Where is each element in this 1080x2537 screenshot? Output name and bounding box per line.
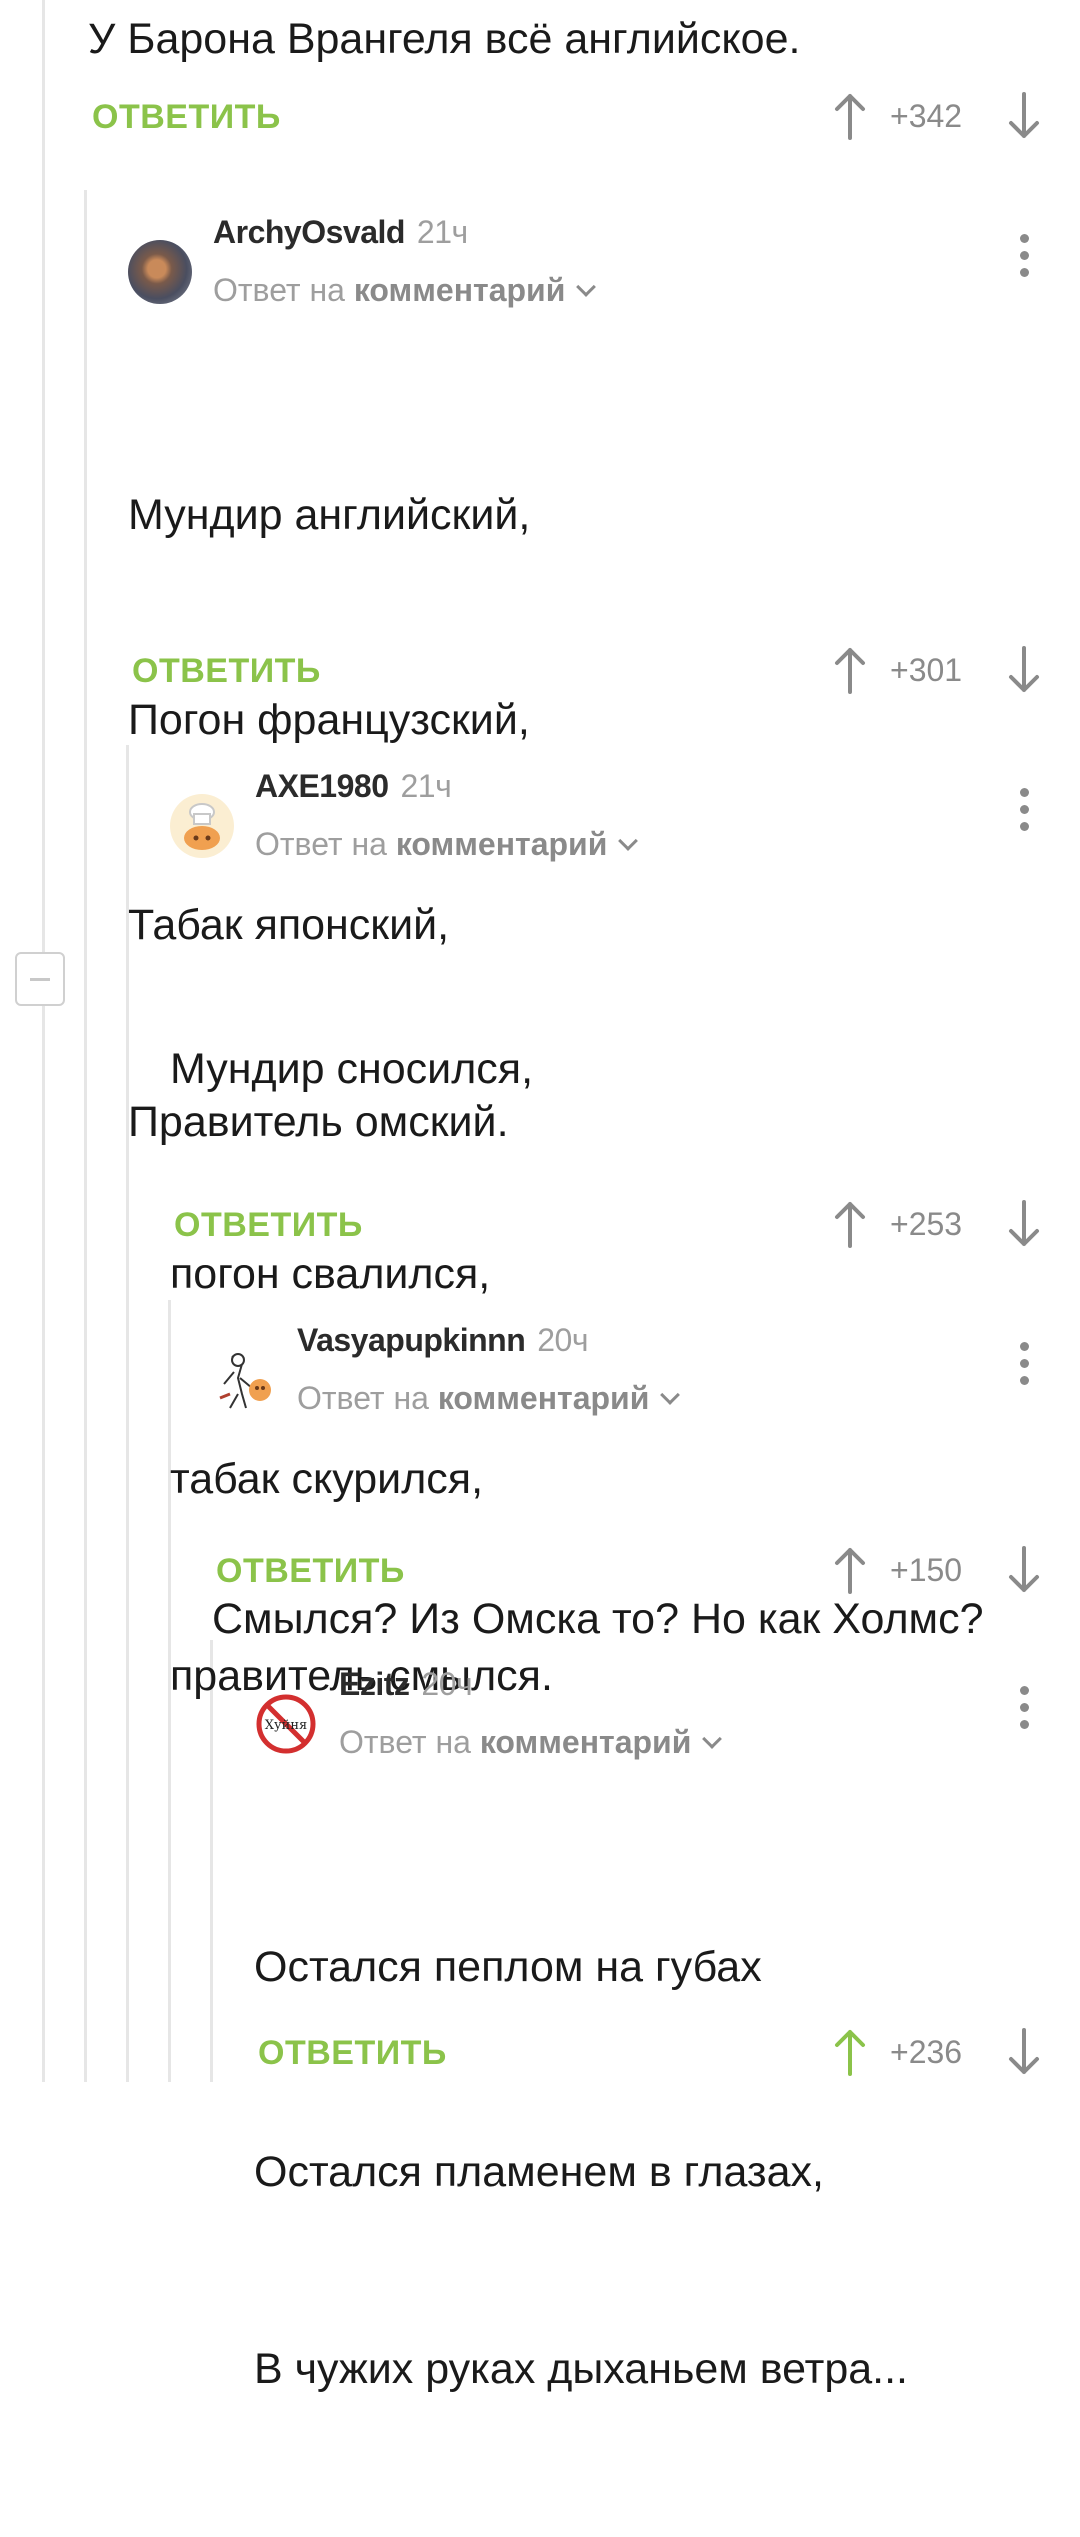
vote-controls: +342: [832, 88, 1042, 144]
reply-to[interactable]: Ответ на комментарий: [339, 1724, 723, 1761]
reply-to[interactable]: Ответ на комментарий: [213, 272, 597, 309]
author-name[interactable]: Ezitz 20ч: [339, 1666, 473, 1703]
comment-header: ArchyOsvald 21ч Ответ на комментарий: [128, 214, 1080, 334]
avatar[interactable]: Хуйня: [254, 1692, 318, 1756]
chevron-down-icon[interactable]: [576, 277, 597, 297]
rating-value: +150: [890, 1552, 963, 1588]
comment: Хуйня Ezitz 20ч Ответ на комментарий Оста…: [254, 1666, 1080, 2393]
comment-line: Мундир сносился,: [170, 1045, 534, 1093]
collapse-thread-button[interactable]: [15, 952, 65, 1006]
vote-controls: +253: [832, 1196, 1042, 1252]
reply-button[interactable]: ОТВЕТИТЬ: [132, 652, 321, 691]
upvote-arrow-icon[interactable]: [832, 646, 868, 694]
comment-header: Vasyapupkinnn 20ч Ответ на комментарий: [212, 1322, 1080, 1442]
reply-button[interactable]: ОТВЕТИТЬ: [174, 1206, 363, 1245]
comment-actions: ОТВЕТИТЬ +236: [254, 2024, 1080, 2080]
comment-header: AXE1980 21ч Ответ на комментарий: [170, 768, 1080, 888]
downvote-arrow-icon[interactable]: [1006, 646, 1042, 694]
more-vertical-icon[interactable]: [1020, 1342, 1030, 1386]
more-vertical-icon[interactable]: [1020, 234, 1030, 278]
author-name[interactable]: Vasyapupkinnn 20ч: [297, 1322, 588, 1359]
comment: Vasyapupkinnn 20ч Ответ на комментарий См…: [212, 1322, 1080, 1643]
rating-value: +253: [890, 1206, 963, 1242]
more-vertical-icon[interactable]: [1020, 788, 1030, 832]
avatar-label: Хуйня: [265, 1718, 307, 1733]
rating-value: +342: [890, 98, 963, 134]
upvote-arrow-icon[interactable]: [832, 92, 868, 140]
comment-text: Остался пеплом на губах Остался пламенем…: [254, 1800, 908, 2537]
chevron-down-icon[interactable]: [702, 1729, 723, 1749]
comment-actions: ОТВЕТИТЬ +301: [128, 642, 1080, 698]
author-name[interactable]: AXE1980 21ч: [255, 768, 452, 805]
comment-time: 21ч: [400, 768, 452, 804]
rating-value: +236: [890, 2034, 963, 2070]
chevron-down-icon[interactable]: [618, 831, 639, 851]
comment-actions: ОТВЕТИТЬ +253: [170, 1196, 1080, 1252]
comment-actions: ОТВЕТИТЬ +342: [88, 88, 1080, 144]
reply-to-link[interactable]: комментарий: [480, 1724, 692, 1760]
comment-actions: ОТВЕТИТЬ +150: [212, 1542, 1080, 1598]
avatar-image: [184, 803, 220, 850]
comment-line: Остался пламенем в глазах,: [254, 2148, 824, 2196]
avatar[interactable]: [212, 1348, 276, 1412]
vote-controls: +150: [832, 1542, 1042, 1598]
reply-to-link[interactable]: комментарий: [396, 826, 608, 862]
thread-line: [42, 0, 45, 2082]
reply-button[interactable]: ОТВЕТИТЬ: [92, 98, 281, 137]
chevron-down-icon[interactable]: [660, 1385, 681, 1405]
rating-value: +301: [890, 652, 963, 688]
avatar[interactable]: [170, 794, 234, 858]
comment-line: В чужих руках дыханьем ветра...: [254, 2345, 909, 2393]
comment: ArchyOsvald 21ч Ответ на комментарий Мунд…: [128, 214, 1080, 1146]
reply-to-link[interactable]: комментарий: [438, 1380, 650, 1416]
upvote-arrow-icon[interactable]: [832, 1546, 868, 1594]
comment-line: Остался пеплом на губах: [254, 1943, 762, 1991]
reply-button[interactable]: ОТВЕТИТЬ: [258, 2034, 447, 2073]
comment-header: Хуйня Ezitz 20ч Ответ на комментарий: [254, 1666, 1080, 1786]
reply-to-link[interactable]: комментарий: [354, 272, 566, 308]
vote-controls: +301: [832, 642, 1042, 698]
downvote-arrow-icon[interactable]: [1006, 1200, 1042, 1248]
comment-time: 20ч: [421, 1666, 473, 1702]
more-vertical-icon[interactable]: [1020, 1686, 1030, 1730]
downvote-arrow-icon[interactable]: [1006, 1546, 1042, 1594]
comment-text: У Барона Врангеля всё английское.: [88, 15, 801, 63]
avatar-image: [219, 1353, 271, 1409]
reply-to[interactable]: Ответ на комментарий: [255, 826, 639, 863]
upvote-arrow-icon[interactable]: [832, 2028, 868, 2076]
reply-to[interactable]: Ответ на комментарий: [297, 1380, 681, 1417]
author-name[interactable]: ArchyOsvald 21ч: [213, 214, 468, 251]
reply-button[interactable]: ОТВЕТИТЬ: [216, 1552, 405, 1591]
upvote-arrow-icon[interactable]: [832, 1200, 868, 1248]
avatar[interactable]: [128, 240, 192, 304]
comment-top: У Барона Врангеля всё английское. ОТВЕТИ…: [88, 0, 1080, 150]
comment-time: 21ч: [416, 214, 468, 250]
downvote-arrow-icon[interactable]: [1006, 2028, 1042, 2076]
comment: AXE1980 21ч Ответ на комментарий Мундир с…: [170, 768, 1080, 1700]
downvote-arrow-icon[interactable]: [1006, 92, 1042, 140]
comment-line: Мундир английский,: [128, 491, 531, 539]
avatar-image: Хуйня: [256, 1694, 316, 1754]
vote-controls: +236: [832, 2024, 1042, 2080]
comment-time: 20ч: [537, 1322, 588, 1358]
thread-line: [84, 190, 87, 2082]
